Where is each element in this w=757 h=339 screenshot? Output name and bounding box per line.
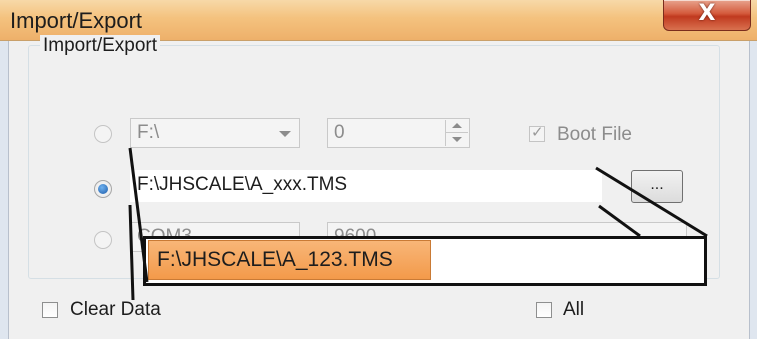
radio-port-option[interactable] — [94, 231, 112, 249]
drive-combo-value: F:\ — [137, 122, 160, 143]
import-export-window: Import/Export X Import/Export F:\ 0 ✓ Bo… — [0, 0, 757, 339]
number-spinner[interactable]: 0 — [327, 118, 470, 148]
radio-selected-dot — [98, 184, 108, 194]
boot-file-checkbox[interactable]: ✓ — [529, 123, 545, 142]
chevron-down-icon[interactable] — [279, 131, 291, 137]
all-checkbox[interactable] — [536, 302, 552, 318]
close-button[interactable]: X — [663, 0, 751, 31]
callout-highlight: F:\JHSCALE\A_123.TMS — [148, 240, 431, 280]
drive-combo[interactable]: F:\ — [130, 118, 300, 148]
spin-down-icon[interactable] — [446, 133, 468, 146]
checkmark-icon: ✓ — [531, 123, 544, 141]
radio-drive-option[interactable] — [94, 125, 112, 143]
group-label: Import/Export — [40, 35, 161, 57]
browse-button[interactable]: ... — [631, 170, 683, 203]
number-spinner-value: 0 — [334, 122, 345, 143]
window-title: Import/Export — [10, 8, 143, 33]
clear-data-label: Clear Data — [70, 299, 161, 320]
file-path-input[interactable]: F:\JHSCALE\A_xxx.TMS — [130, 170, 602, 202]
close-icon: X — [698, 1, 716, 26]
clear-data-checkbox[interactable] — [42, 302, 58, 318]
boot-file-label: Boot File — [557, 124, 632, 145]
spinner-buttons[interactable] — [445, 120, 468, 146]
file-path-value: F:\JHSCALE\A_xxx.TMS — [137, 174, 348, 195]
radio-file-option[interactable] — [94, 180, 112, 198]
all-label: All — [563, 299, 585, 320]
spin-up-icon[interactable] — [446, 120, 468, 133]
